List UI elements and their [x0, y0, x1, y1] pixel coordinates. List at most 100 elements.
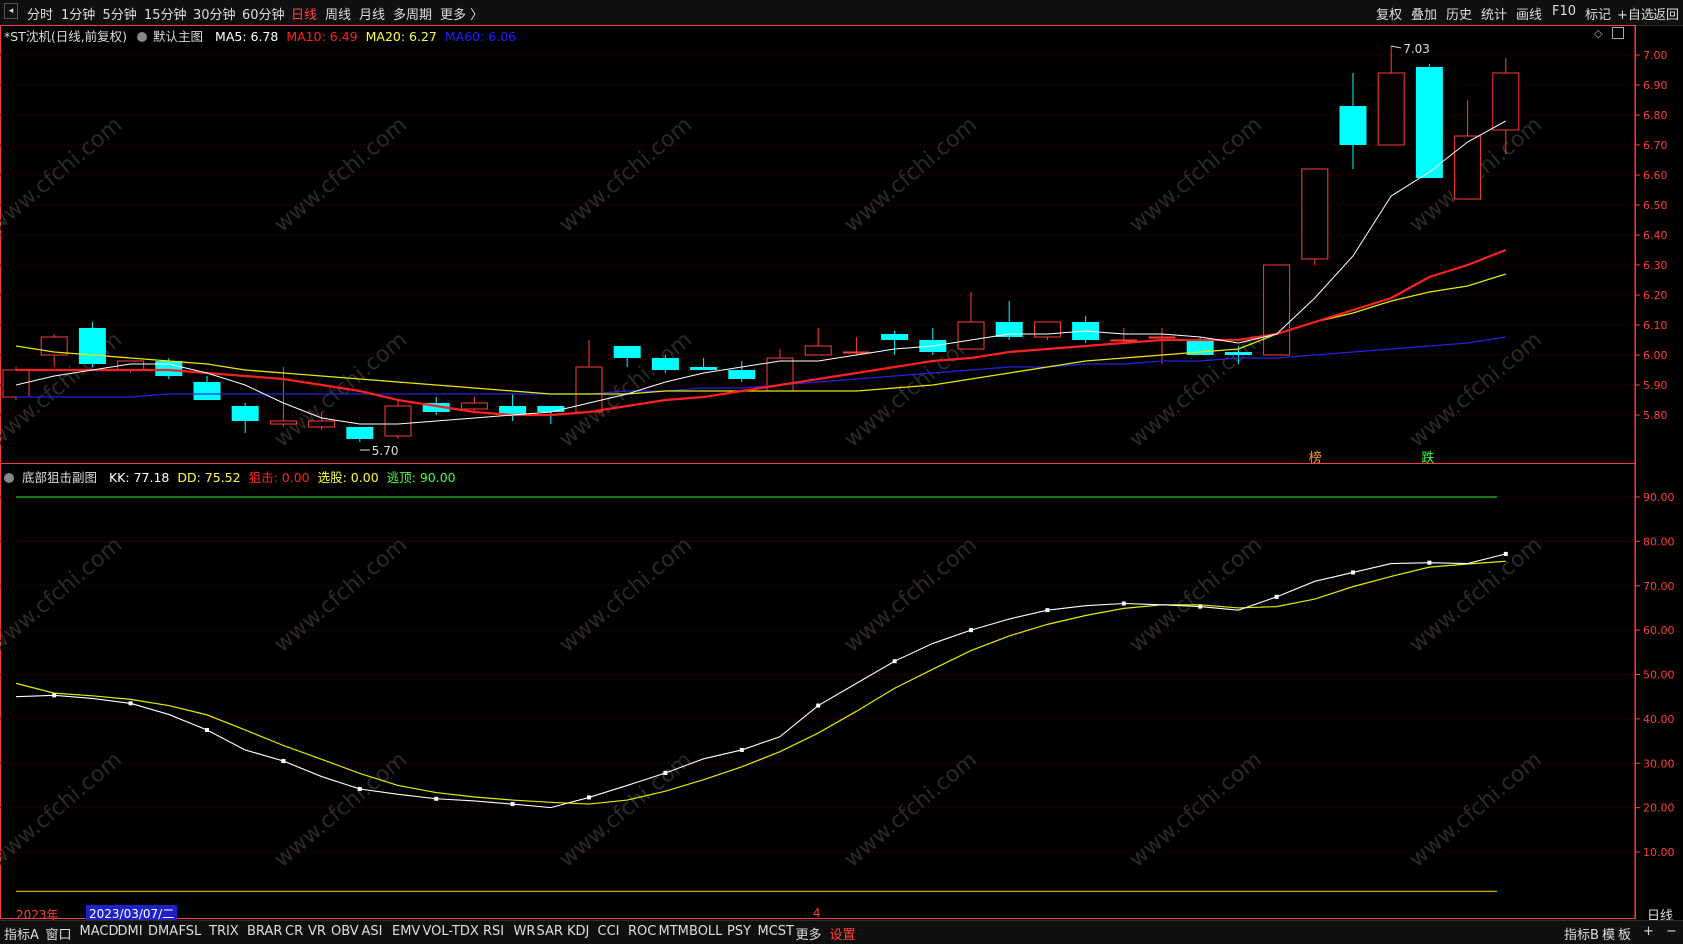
period-toolbar: ◂ 分时 1分钟 5分钟 15分钟 30分钟 60分钟 日线 周线 月线 多周期 更多 〉 复权 叠加…	[0, 0, 1683, 26]
toolbar-button-2[interactable]: 历史	[1446, 4, 1472, 23]
indicator-tab-10[interactable]: OBV	[331, 924, 359, 939]
kk-point	[434, 796, 439, 801]
price-tick-label: 6.40	[1643, 229, 1668, 242]
candle-body	[651, 358, 679, 370]
candle-body	[1377, 72, 1405, 146]
indicator-tab-2[interactable]: MACD	[80, 924, 119, 939]
indicator-tab-9[interactable]: VR	[308, 924, 326, 939]
candle	[1263, 264, 1291, 356]
candle-body	[613, 346, 641, 358]
stock-title[interactable]: *ST沈机(日线,前复权)	[4, 29, 127, 44]
indicator-right-4[interactable]: −	[1666, 924, 1677, 939]
low-price-label: 5.70	[372, 444, 399, 458]
candle	[766, 349, 794, 392]
price-tick-label: 6.10	[1643, 319, 1668, 332]
indicator-right-0[interactable]: 指标B	[1564, 924, 1599, 943]
price-tick-label: 6.50	[1643, 199, 1668, 212]
toolbar-button-0[interactable]: 复权	[1376, 4, 1402, 23]
indicator-tab-20[interactable]: MTM	[659, 924, 689, 939]
toolbar-button-4[interactable]: 画线	[1516, 4, 1542, 23]
kk-point	[205, 727, 209, 732]
maximize-icon[interactable]	[1612, 27, 1624, 39]
indicator-tab-23[interactable]: MCST	[758, 924, 795, 939]
period-tab-2[interactable]: 5分钟	[103, 4, 137, 23]
kk-point	[128, 701, 133, 706]
indicator-tab-16[interactable]: SAR	[537, 924, 563, 939]
indicator-tab-7[interactable]: BRAR	[247, 924, 282, 939]
indicator-tab-13[interactable]: VOL-TDX	[423, 924, 479, 939]
candle	[231, 403, 259, 433]
indicator-right-1[interactable]: 模	[1602, 924, 1615, 943]
indicator-tab-18[interactable]: CCI	[598, 924, 620, 939]
indicator-tab-12[interactable]: EMV	[392, 924, 420, 939]
period-tab-0[interactable]: 分时	[27, 4, 53, 23]
toolbar-button-1[interactable]: 叠加	[1411, 4, 1437, 23]
candle	[651, 355, 679, 373]
sub-panel-border	[0, 463, 1636, 919]
indicator-tab-22[interactable]: PSY	[727, 924, 751, 939]
candle-body	[384, 405, 412, 437]
indicator-right-3[interactable]: +	[1643, 924, 1654, 939]
candle-body	[690, 367, 718, 370]
candle	[1033, 321, 1061, 340]
toolbar-button-3[interactable]: 统计	[1481, 4, 1507, 23]
indicator-tab-6[interactable]: TRIX	[209, 924, 239, 939]
indicator-value-3: 选股: 0.00	[317, 470, 379, 485]
kk-point	[52, 693, 57, 698]
indicator-tab-1[interactable]: 窗口	[46, 924, 72, 943]
indicator-tab-15[interactable]: WR	[514, 924, 536, 939]
indicator-tab-8[interactable]: CR	[285, 924, 303, 939]
ma-label-2: MA20: 6.27	[365, 29, 437, 44]
period-tab-4[interactable]: 30分钟	[193, 4, 236, 23]
toolbar-button-6[interactable]: 标记	[1585, 4, 1611, 23]
indicator-tab-17[interactable]: KDJ	[567, 924, 589, 939]
toolbar-button-7[interactable]: +自选	[1617, 4, 1654, 23]
indicator-tab-21[interactable]: BOLL	[689, 924, 722, 939]
candle	[40, 334, 68, 367]
template-label[interactable]: 默认主图	[153, 29, 203, 44]
candle	[269, 367, 297, 427]
period-tab-10[interactable]: 更多 〉	[440, 4, 483, 23]
diamond-icon[interactable]: ◇	[1594, 27, 1602, 40]
candle-body	[919, 340, 947, 352]
indicator-tab-25[interactable]: 设置	[830, 924, 856, 943]
period-tab-3[interactable]: 15分钟	[144, 4, 187, 23]
settings-icon[interactable]	[137, 32, 148, 42]
indicator-right-2[interactable]: 板	[1618, 924, 1631, 943]
kk-point	[587, 795, 591, 800]
indicator-tick-label: 10.00	[1643, 846, 1675, 859]
indicator-tab-0[interactable]: 指标A	[4, 924, 39, 943]
indicator-tick-label: 60.00	[1643, 624, 1675, 637]
indicator-tab-4[interactable]: DMA	[148, 924, 178, 939]
toolbar-button-5[interactable]: F10	[1552, 4, 1576, 19]
indicator-tick-label: 20.00	[1643, 802, 1675, 815]
indicator-name[interactable]: 底部狙击副图	[22, 470, 97, 485]
indicator-tab-14[interactable]: RSI	[483, 924, 504, 939]
indicator-tab-5[interactable]: FSL	[179, 924, 202, 939]
period-tab-8[interactable]: 月线	[359, 4, 385, 23]
watermark-text: www.cfchi.com	[270, 327, 412, 452]
candle-body	[1454, 135, 1482, 200]
indicator-tab-11[interactable]: ASI	[362, 924, 383, 939]
indicator-tab-24[interactable]: 更多	[796, 924, 822, 943]
candle-body	[1110, 339, 1138, 342]
period-tab-9[interactable]: 多周期	[393, 4, 432, 23]
candle	[613, 346, 641, 367]
candle	[690, 358, 718, 370]
candle	[804, 328, 832, 356]
toolbar-button-8[interactable]: 返回	[1653, 4, 1679, 23]
indicator-tab-3[interactable]: DMI	[118, 924, 143, 939]
candle-body	[269, 420, 297, 425]
candle	[842, 337, 870, 355]
kk-point	[1274, 594, 1279, 599]
period-tab-5[interactable]: 60分钟	[242, 4, 285, 23]
settings-icon[interactable]	[4, 473, 14, 483]
kk-point	[510, 802, 515, 807]
indicator-tab-19[interactable]: ROC	[628, 924, 656, 939]
menu-icon[interactable]: ◂	[4, 3, 18, 19]
period-tab-1[interactable]: 1分钟	[61, 4, 95, 23]
watermark-text: www.cfchi.com	[0, 747, 127, 872]
period-tab-7[interactable]: 周线	[325, 4, 351, 23]
period-tab-6[interactable]: 日线	[291, 4, 317, 23]
dd-line	[15, 560, 1506, 805]
